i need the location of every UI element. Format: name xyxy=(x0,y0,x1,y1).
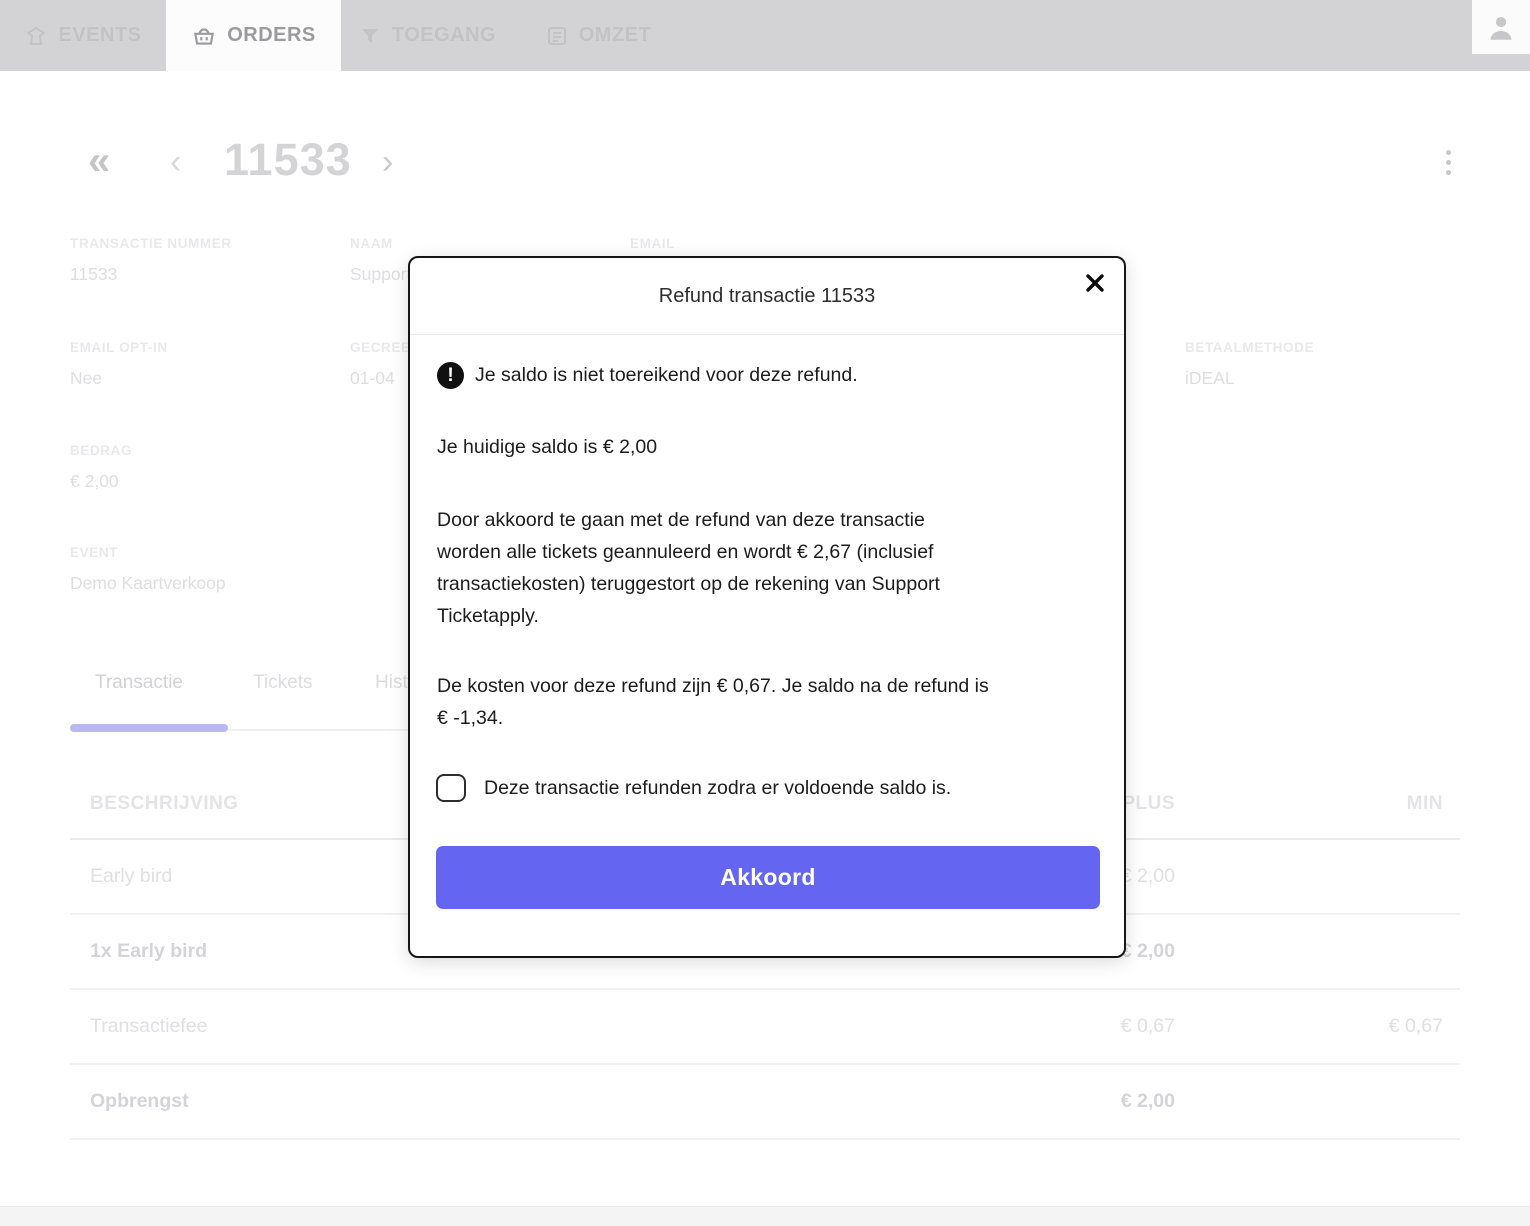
cell-plus: € 0,67 xyxy=(1121,1015,1175,1038)
text-line: € -1,34. xyxy=(437,702,989,734)
footer-strip xyxy=(0,1206,1530,1226)
close-icon[interactable] xyxy=(1082,270,1108,296)
field-label: EMAIL OPT-IN xyxy=(70,340,168,355)
text-line: Door akkoord te gaan met de refund van d… xyxy=(437,504,940,536)
refund-when-balance-checkbox[interactable] xyxy=(436,774,466,802)
field-value: Nee xyxy=(70,368,168,389)
cell-description: Opbrengst xyxy=(90,1090,189,1113)
field-label: BETAALMETHODE xyxy=(1185,340,1314,355)
user-avatar-icon xyxy=(1484,10,1518,44)
top-navbar: EVENTS ORDERS TOEGANG OMZET xyxy=(0,0,1530,71)
nav-tab-label: OMZET xyxy=(579,24,652,47)
field-label: EVENT xyxy=(70,545,226,560)
text-line: Ticketapply. xyxy=(437,600,940,632)
nav-tab-label: EVENTS xyxy=(58,24,141,47)
nav-tab-events[interactable]: EVENTS xyxy=(0,0,166,71)
tab-tickets[interactable]: Tickets xyxy=(253,672,312,694)
field-label: TRANSACTIE NUMMER xyxy=(70,236,232,251)
akkoord-button[interactable]: Akkoord xyxy=(436,846,1100,909)
nav-tab-toegang[interactable]: TOEGANG xyxy=(341,0,513,71)
refund-explanation-text: Door akkoord te gaan met de refund van d… xyxy=(437,504,940,632)
text-line: worden alle tickets geannuleerd en wordt… xyxy=(437,536,940,568)
warning-row: ! Je saldo is niet toereikend voor deze … xyxy=(437,362,858,389)
warning-text: Je saldo is niet toereikend voor deze re… xyxy=(475,364,858,387)
table-row: Transactiefee € 0,67 € 0,67 xyxy=(70,990,1460,1065)
refund-modal: Refund transactie 11533 ! Je saldo is ni… xyxy=(408,256,1126,958)
column-plus: PLUS xyxy=(1122,793,1175,815)
field-label: BEDRAG xyxy=(70,443,132,458)
field-value: Demo Kaartverkoop xyxy=(70,573,226,594)
more-options-button[interactable] xyxy=(1442,146,1455,179)
cell-plus: € 2,00 xyxy=(1121,865,1175,888)
cell-description: Early bird xyxy=(90,865,172,888)
refund-when-balance-row: Deze transactie refunden zodra er voldoe… xyxy=(436,774,951,802)
cell-description: 1x Early bird xyxy=(90,940,207,963)
field-value: € 2,00 xyxy=(70,471,132,492)
orders-icon xyxy=(191,23,217,49)
field-label: NAAM xyxy=(350,236,504,251)
field-betaalmethode: BETAALMETHODE iDEAL xyxy=(1185,340,1314,389)
modal-title: Refund transactie 11533 xyxy=(410,285,1124,308)
tab-transactie[interactable]: Transactie xyxy=(95,672,183,694)
first-transaction-button[interactable]: « xyxy=(88,138,110,184)
cell-plus: € 2,00 xyxy=(1121,1090,1175,1113)
page: EVENTS ORDERS TOEGANG OMZET xyxy=(0,0,1530,1226)
field-email-opt-in: EMAIL OPT-IN Nee xyxy=(70,340,168,389)
cell-plus: € 2,00 xyxy=(1121,940,1175,963)
column-beschrijving: BESCHRIJVING xyxy=(90,793,239,815)
text-line: De kosten voor deze refund zijn € 0,67. … xyxy=(437,670,989,702)
cell-min: € 0,67 xyxy=(1389,1015,1443,1038)
account-menu[interactable] xyxy=(1472,0,1530,54)
field-transactie-nummer: TRANSACTIE NUMMER 11533 xyxy=(70,236,232,285)
cell-description: Transactiefee xyxy=(90,1015,207,1038)
field-bedrag: BEDRAG € 2,00 xyxy=(70,443,132,492)
field-value: 11533 xyxy=(70,264,232,285)
field-label: EMAIL xyxy=(630,236,675,251)
field-value: iDEAL xyxy=(1185,368,1314,389)
page-title-transaction-number: 11533 xyxy=(224,134,352,186)
refund-costs-text: De kosten voor deze refund zijn € 0,67. … xyxy=(437,670,989,734)
checkbox-label: Deze transactie refunden zodra er voldoe… xyxy=(484,777,951,800)
next-transaction-button[interactable]: › xyxy=(382,140,393,184)
omzet-icon xyxy=(545,24,569,48)
text-line: transactiekosten) teruggestort op de rek… xyxy=(437,568,940,600)
previous-transaction-button[interactable]: ‹ xyxy=(170,140,181,184)
warning-icon: ! xyxy=(437,362,464,389)
table-row: Opbrengst € 2,00 xyxy=(70,1065,1460,1140)
active-tab-underline xyxy=(70,724,228,732)
toegang-icon xyxy=(358,24,382,48)
nav-tab-orders[interactable]: ORDERS xyxy=(166,0,341,71)
current-balance-text: Je huidige saldo is € 2,00 xyxy=(437,436,657,459)
nav-tab-label: TOEGANG xyxy=(392,24,496,47)
modal-header-divider xyxy=(410,334,1124,335)
nav-tab-label: ORDERS xyxy=(227,24,316,47)
events-icon xyxy=(24,24,48,48)
field-event: EVENT Demo Kaartverkoop xyxy=(70,545,226,594)
nav-tab-omzet[interactable]: OMZET xyxy=(513,0,683,71)
column-min: MIN xyxy=(1407,793,1443,815)
